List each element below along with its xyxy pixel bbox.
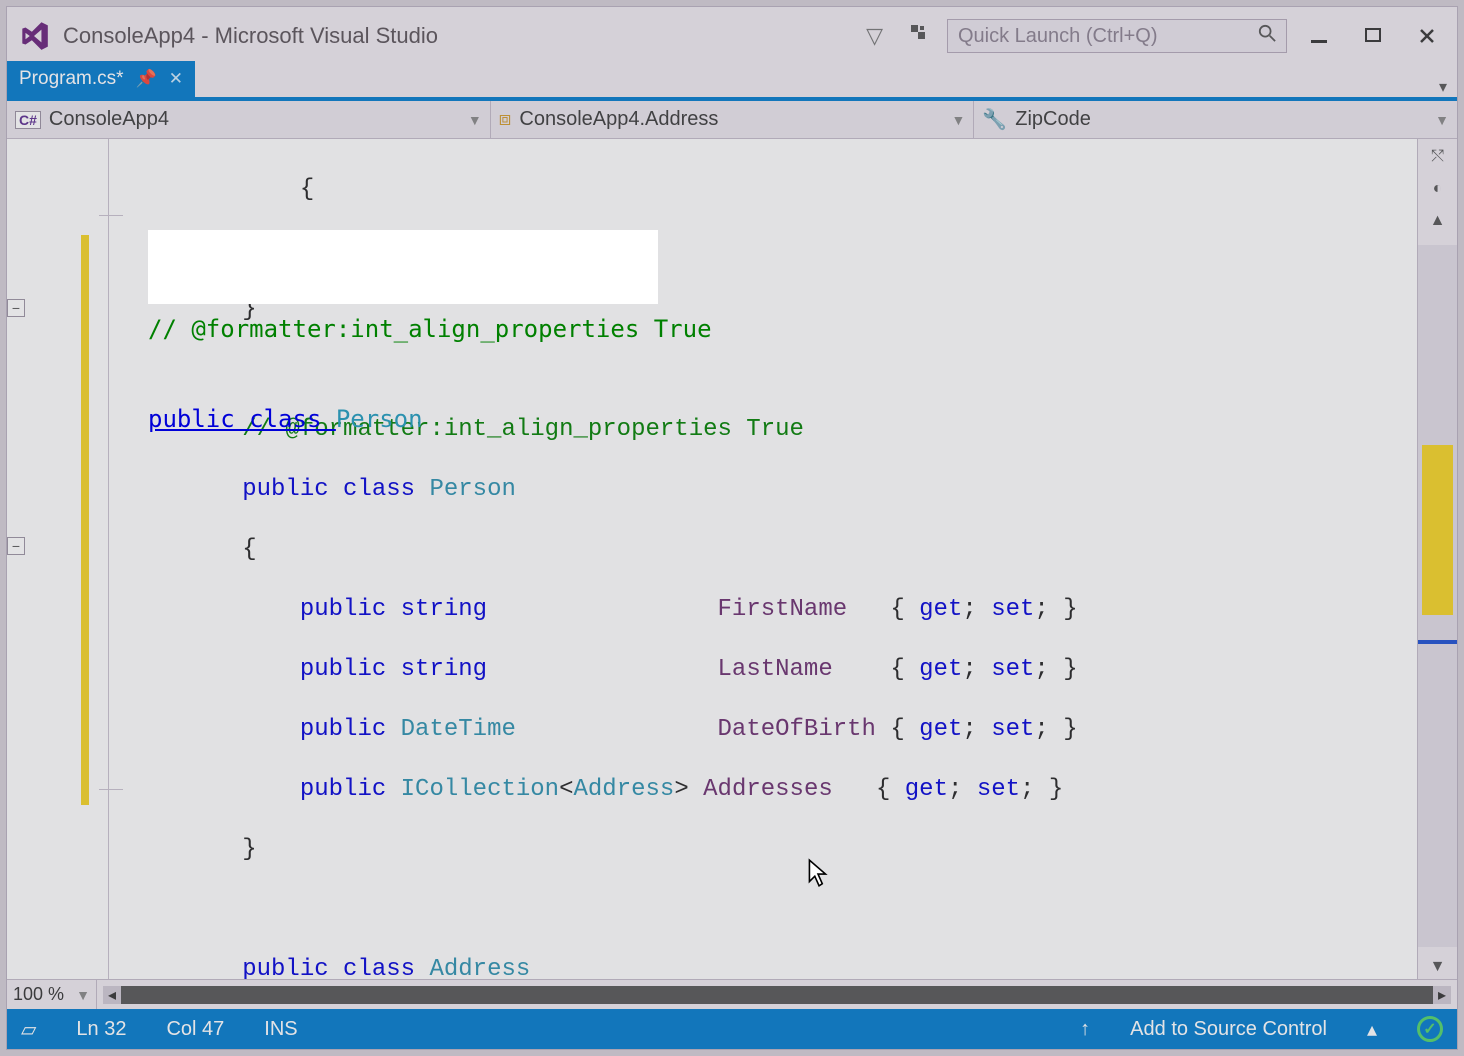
editor-gutter: − − [7,139,127,979]
status-ins: INS [264,1018,297,1041]
chevron-down-icon: ▼ [1435,112,1449,128]
scrollbar-thumb[interactable] [121,986,1433,1004]
source-control-button[interactable]: Add to Source Control [1130,1018,1327,1041]
scroll-right-button[interactable]: ▸ [1433,986,1451,1004]
notifications-icon[interactable] [901,19,937,53]
vs-logo-icon [15,17,53,55]
fold-toggle[interactable]: − [7,537,25,555]
wrench-icon: 🔧 [982,107,1007,132]
chevron-up-icon: ▴ [1367,1017,1377,1042]
status-ok-icon: ✓ [1417,1016,1443,1042]
close-icon[interactable]: ✕ [169,69,183,89]
nav-project-dropdown[interactable]: C#ConsoleApp4 ▼ [7,101,491,138]
scroll-map[interactable] [1418,245,1457,947]
window-title: ConsoleApp4 - Microsoft Visual Studio [63,23,438,49]
csharp-badge-icon: C# [15,111,41,129]
mouse-cursor-icon [806,858,830,895]
highlighted-code-snippet: // @formatter:int_align_properties True … [148,230,658,304]
close-button[interactable] [1405,19,1449,53]
scroll-left-button[interactable]: ◂ [103,986,121,1004]
minimize-button[interactable] [1297,19,1341,53]
fold-toggle[interactable]: − [7,299,25,317]
tab-label: Program.cs* [19,68,124,90]
quick-launch-placeholder: Quick Launch (Ctrl+Q) [958,25,1158,48]
class-icon: ⧈ [499,108,512,131]
scroll-down-button[interactable]: ▼ [1423,955,1453,979]
nav-class-dropdown[interactable]: ⧈ConsoleApp4.Address ▼ [491,101,975,138]
search-icon [1258,24,1276,48]
editor-right-gutter: ⤲ ◐ ▲ ▼ [1417,139,1457,979]
main-window: ConsoleApp4 - Microsoft Visual Studio ▽ … [6,6,1458,1050]
publish-icon[interactable]: ↑ [1080,1018,1090,1041]
filter-icon[interactable]: ▽ [858,19,891,53]
split-button[interactable]: ⤲ [1423,145,1453,169]
editor-bottom-bar: 100 %▼ ◂ ▸ [7,979,1457,1009]
title-bar: ConsoleApp4 - Microsoft Visual Studio ▽ … [7,7,1457,65]
quick-launch-input[interactable]: Quick Launch (Ctrl+Q) [947,19,1287,53]
tab-programcs[interactable]: Program.cs* 📌 ✕ [7,61,195,97]
annotations-button[interactable]: ◐ [1423,177,1453,201]
tab-overflow-button[interactable]: ▾ [1429,77,1457,97]
navigation-bar: C#ConsoleApp4 ▼ ⧈ConsoleApp4.Address ▼ 🔧… [7,101,1457,139]
chevron-down-icon: ▼ [468,112,482,128]
chevron-down-icon: ▼ [951,112,965,128]
scroll-up-button[interactable]: ▲ [1423,209,1453,233]
maximize-button[interactable] [1351,19,1395,53]
document-tab-strip: Program.cs* 📌 ✕ ▾ [7,65,1457,101]
pin-icon[interactable]: 📌 [136,69,157,89]
status-col: Col 47 [166,1018,224,1041]
status-selection-icon: ▱ [21,1017,36,1042]
zoom-dropdown[interactable]: 100 %▼ [7,980,97,1009]
nav-member-dropdown[interactable]: 🔧ZipCode ▼ [974,101,1457,138]
status-bar: ▱ Ln 32 Col 47 INS ↑ Add to Source Contr… [7,1009,1457,1049]
horizontal-scrollbar[interactable]: ◂ ▸ [103,986,1451,1004]
status-line: Ln 32 [76,1018,126,1041]
